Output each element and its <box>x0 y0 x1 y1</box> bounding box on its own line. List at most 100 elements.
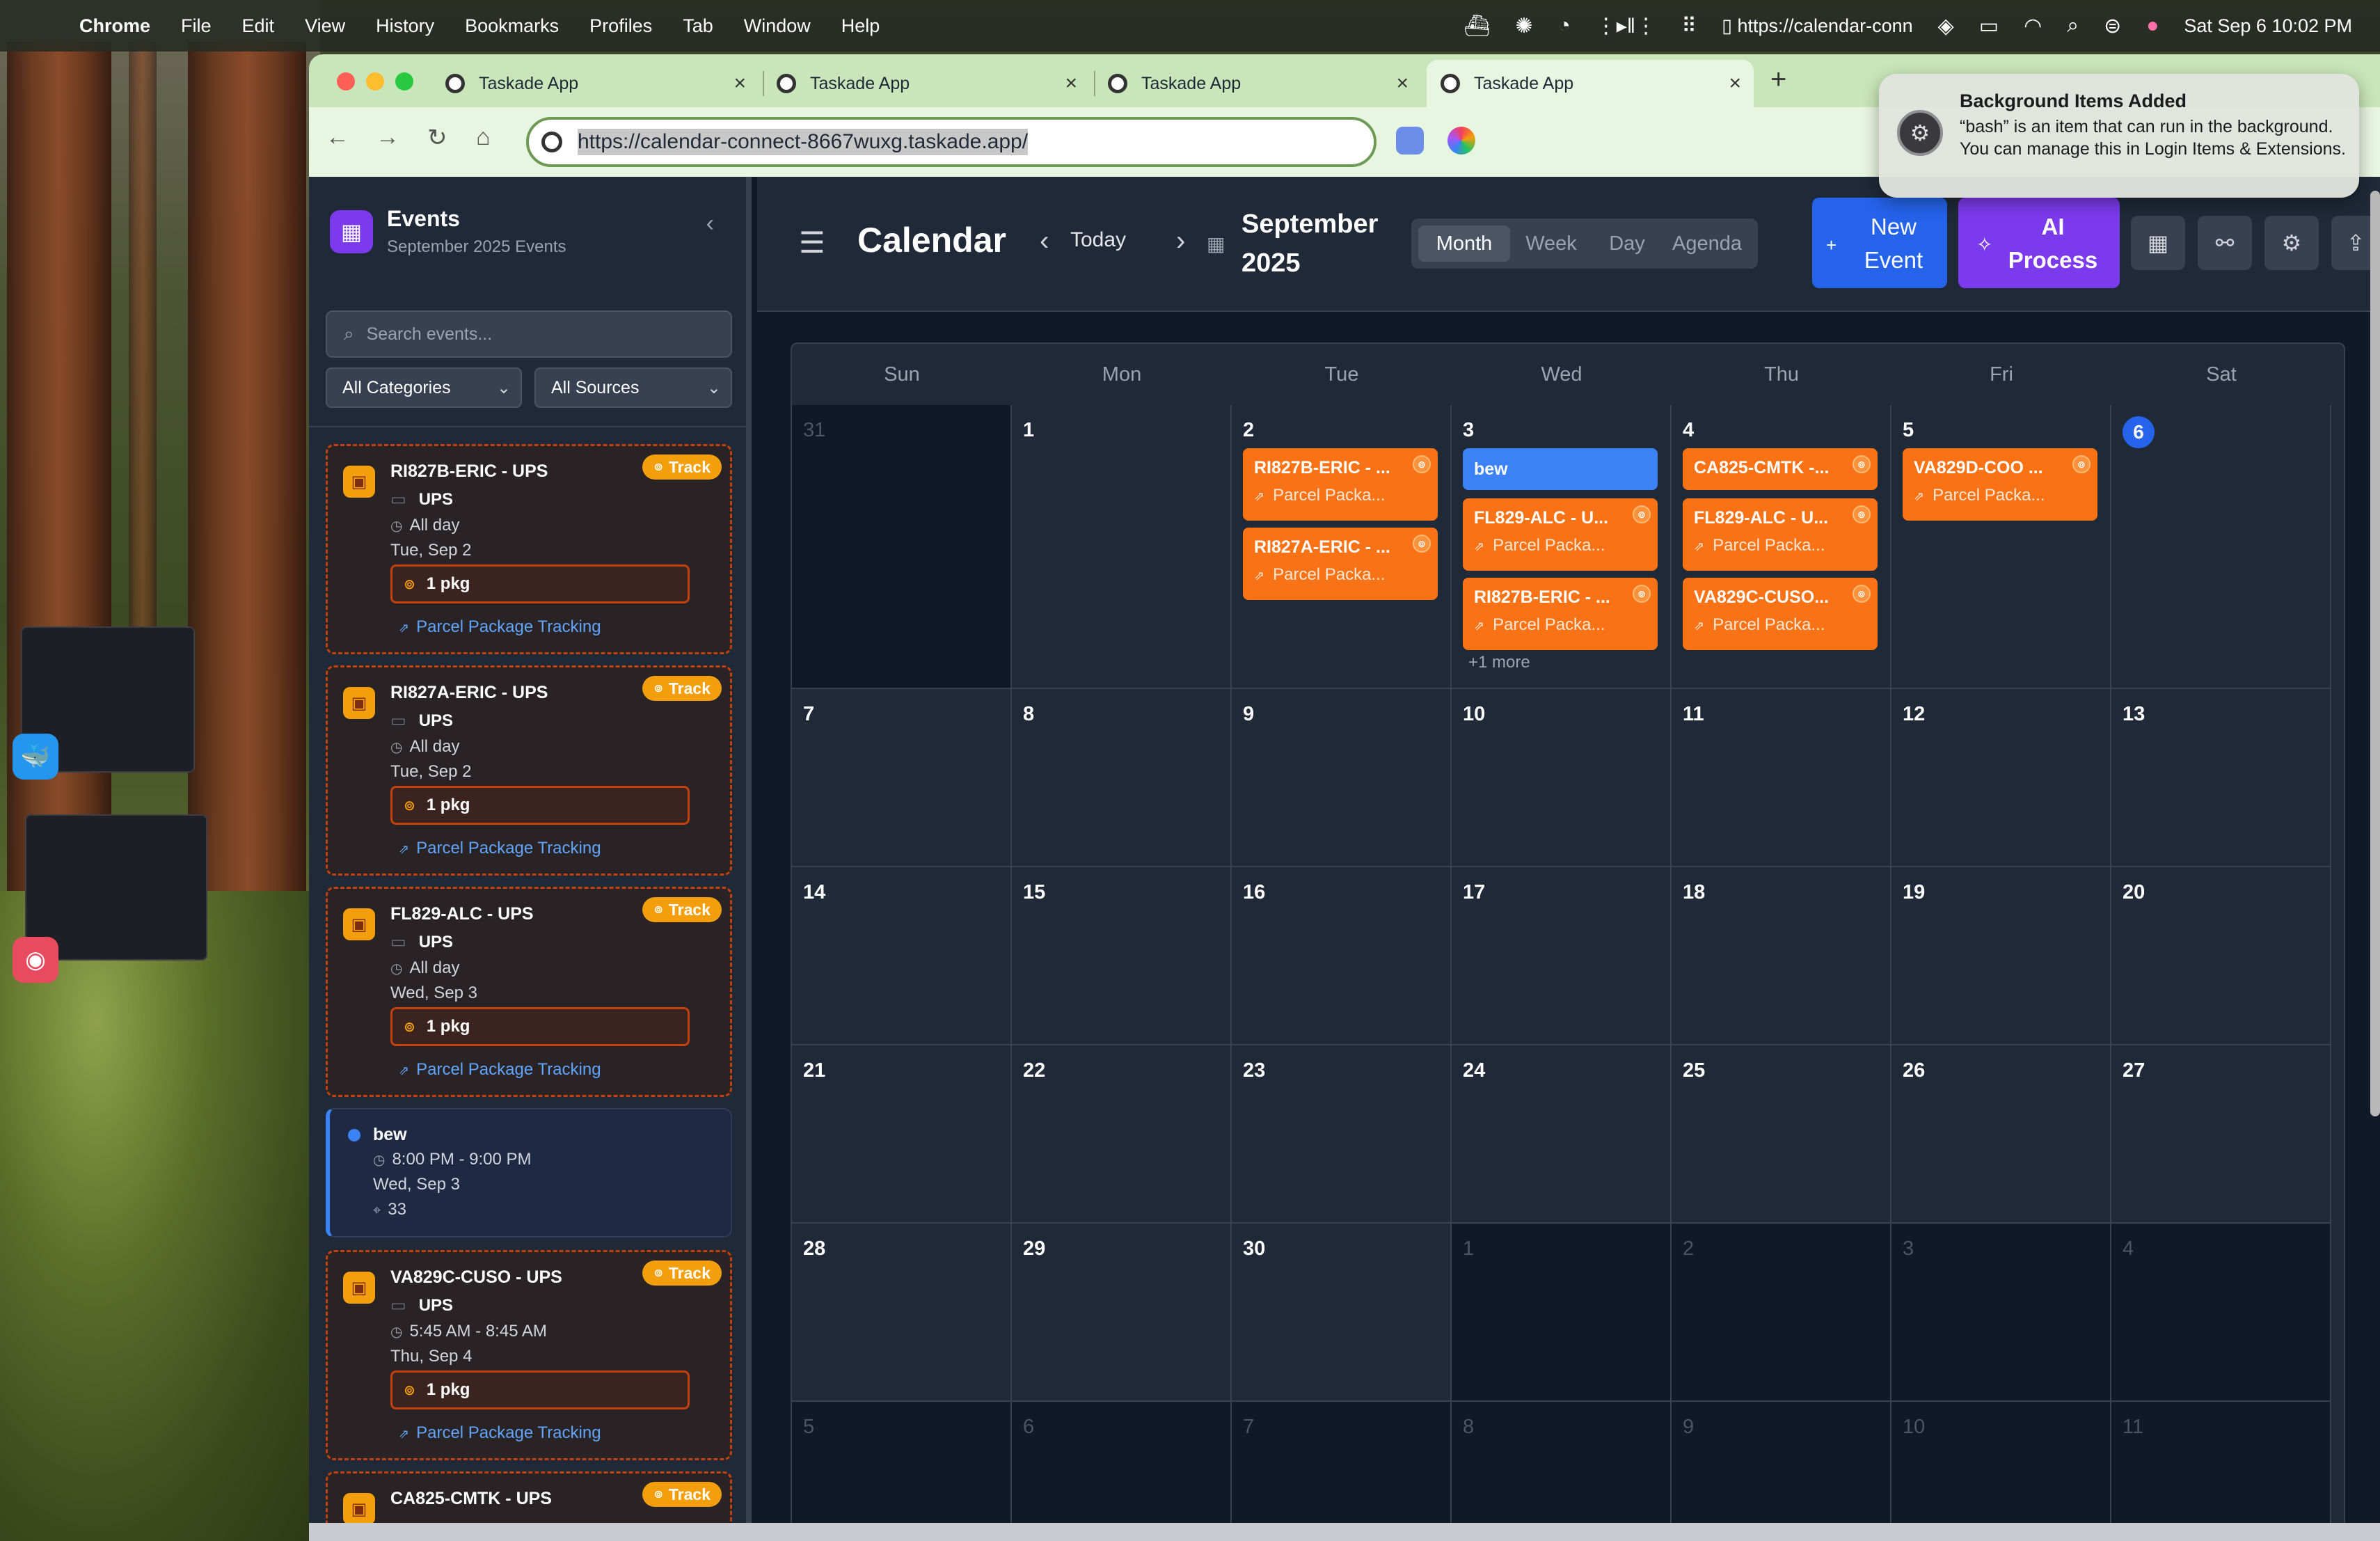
day-cell[interactable]: 12 <box>1891 689 2111 867</box>
package-event-card[interactable]: ▣ VA829C-CUSO - UPS ⊚ Track ▭ UPS ◷ 5:45 AM… <box>326 1250 732 1460</box>
package-event-chip[interactable]: RI827B-ERIC - ... ⇗ Parcel Packa... ⊚ <box>1463 578 1658 650</box>
day-cell[interactable]: 1 <box>1452 1224 1672 1402</box>
tracking-link[interactable]: ⇗ Parcel Package Tracking <box>399 617 601 637</box>
address-bar[interactable]: https://calendar-connect-8667wuxg.taskad… <box>526 117 1377 167</box>
day-cell[interactable]: 6 <box>1012 1402 1232 1540</box>
package-event-chip[interactable]: RI827B-ERIC - ... ⇗ Parcel Packa... ⊚ <box>1243 448 1438 521</box>
home-icon[interactable]: ⌂ <box>476 124 491 151</box>
menu-help[interactable]: Help <box>841 15 880 37</box>
docker-icon[interactable]: 🐳 <box>13 734 58 780</box>
tab-2[interactable]: Taskade App × <box>763 60 1090 107</box>
extension-icon[interactable] <box>1396 127 1424 155</box>
wifi-icon[interactable]: ◠ <box>2024 14 2042 38</box>
day-cell[interactable]: 9 <box>1232 689 1452 867</box>
day-cell[interactable]: 25 <box>1672 1045 1891 1224</box>
media-status-icon[interactable]: ⋮▸‖⋮ <box>1596 14 1656 38</box>
track-button[interactable]: ⊚ Track <box>642 455 722 480</box>
next-month-icon[interactable]: › <box>1176 226 1185 257</box>
day-cell[interactable]: 22 <box>1012 1045 1232 1224</box>
package-event-chip[interactable]: VA829D-COO ... ⇗ Parcel Packa... ⊚ <box>1903 448 2097 521</box>
day-cell[interactable]: 11 <box>1672 689 1891 867</box>
new-tab-icon[interactable]: + <box>1770 64 1786 95</box>
day-cell[interactable]: 7 <box>1232 1402 1452 1540</box>
day-cell[interactable]: 4 <box>2111 1224 2331 1402</box>
openai-status-icon[interactable]: ✺ <box>1515 14 1532 38</box>
day-cell[interactable]: 15 <box>1012 867 1232 1045</box>
app-icon[interactable]: ◉ <box>13 937 58 983</box>
day-cell[interactable]: 30 <box>1232 1224 1452 1402</box>
view-agenda-button[interactable]: Agenda <box>1662 226 1752 262</box>
day-cell[interactable]: 2 <box>1672 1224 1891 1402</box>
package-event-card[interactable]: ▣ RI827B-ERIC - UPS ⊚ Track ▭ UPS ◷ All day… <box>326 444 732 654</box>
layers-icon[interactable]: ◈ <box>1938 14 1954 38</box>
menu-tab[interactable]: Tab <box>683 15 713 37</box>
more-events-link[interactable]: +1 more <box>1468 653 1530 672</box>
day-cell[interactable]: 10 <box>1891 1402 2111 1540</box>
close-tab-icon[interactable]: × <box>1396 72 1409 95</box>
day-cell[interactable]: 10 <box>1452 689 1672 867</box>
package-event-card[interactable]: ▣ FL829-ALC - UPS ⊚ Track ▭ UPS ◷ All day W… <box>326 887 732 1097</box>
day-cell[interactable]: 27 <box>2111 1045 2331 1224</box>
docker-status-icon[interactable]: ⛴ <box>1463 14 1490 38</box>
today-button[interactable]: Today <box>1070 228 1126 252</box>
tab-4-active[interactable]: Taskade App × <box>1427 60 1754 107</box>
circle-status-icon[interactable]: ◔ <box>1558 14 1571 38</box>
spotlight-search-icon[interactable]: ⌕ <box>2067 14 2079 38</box>
control-center-icon[interactable]: ⊜ <box>2104 14 2121 38</box>
day-cell[interactable]: 5 <box>792 1402 1012 1540</box>
menu-view[interactable]: View <box>305 15 345 37</box>
clock[interactable]: Sat Sep 6 10:02 PM <box>2184 15 2352 37</box>
webhook-icon[interactable]: ⚯ <box>2198 216 2252 270</box>
menu-file[interactable]: File <box>181 15 212 37</box>
prev-month-icon[interactable]: ‹ <box>1040 226 1049 257</box>
close-window-button[interactable] <box>337 72 355 90</box>
day-cell[interactable]: 28 <box>792 1224 1012 1402</box>
day-cell[interactable]: 7 <box>792 689 1012 867</box>
back-icon[interactable]: ← <box>326 124 349 151</box>
menu-bookmarks[interactable]: Bookmarks <box>465 15 559 37</box>
minimize-window-button[interactable] <box>366 72 384 90</box>
menu-history[interactable]: History <box>376 15 434 37</box>
track-button[interactable]: ⊚ Track <box>642 1482 722 1507</box>
close-tab-icon[interactable]: × <box>733 72 746 95</box>
settings-gear-icon[interactable]: ⚙ <box>2264 216 2319 270</box>
search-input[interactable]: ⌕ Search events... <box>326 310 732 358</box>
calendar-event-chip[interactable]: bew <box>1463 448 1658 490</box>
day-cell[interactable]: 17 <box>1452 867 1672 1045</box>
package-event-chip[interactable]: RI827A-ERIC - ... ⇗ Parcel Packa... ⊚ <box>1243 528 1438 600</box>
menu-app-name[interactable]: Chrome <box>79 15 150 37</box>
day-cell[interactable]: 18 <box>1672 867 1891 1045</box>
package-event-chip[interactable]: FL829-ALC - U... ⇗ Parcel Packa... ⊚ <box>1683 498 1878 571</box>
day-cell[interactable]: 11 <box>2111 1402 2331 1540</box>
grid-status-icon[interactable]: ⠿ <box>1681 14 1697 38</box>
tracking-link[interactable]: ⇗ Parcel Package Tracking <box>399 1423 601 1443</box>
track-button[interactable]: ⊚ Track <box>642 676 722 701</box>
menu-edit[interactable]: Edit <box>242 15 275 37</box>
day-cell[interactable]: 3 <box>1891 1224 2111 1402</box>
day-cell[interactable]: 29 <box>1012 1224 1232 1402</box>
day-cell[interactable]: 13 <box>2111 689 2331 867</box>
close-tab-icon[interactable]: × <box>1729 72 1741 95</box>
day-cell[interactable]: 20 <box>2111 867 2331 1045</box>
day-cell[interactable]: 24 <box>1452 1045 1672 1224</box>
package-event-card[interactable]: ▣ RI827A-ERIC - UPS ⊚ Track ▭ UPS ◷ All day… <box>326 665 732 876</box>
url-status-item[interactable]: ▯ https://calendar-conn <box>1722 15 1913 37</box>
close-tab-icon[interactable]: × <box>1065 72 1077 95</box>
day-cell[interactable]: 16 <box>1232 867 1452 1045</box>
extension-icon[interactable] <box>1447 127 1475 155</box>
system-notification[interactable]: ⚙ Background Items Added “bash” is an it… <box>1879 74 2359 198</box>
day-cell[interactable]: 8 <box>1012 689 1232 867</box>
view-week-button[interactable]: Week <box>1510 226 1592 262</box>
new-event-button[interactable]: + New Event <box>1812 198 1947 288</box>
tab-1[interactable]: Taskade App × <box>431 60 759 107</box>
reload-icon[interactable]: ↻ <box>427 124 447 152</box>
vertical-scrollbar[interactable] <box>2370 191 2380 1116</box>
menu-window[interactable]: Window <box>744 15 811 37</box>
view-day-button[interactable]: Day <box>1592 226 1662 262</box>
package-event-chip[interactable]: VA829C-CUSO... ⇗ Parcel Packa... ⊚ <box>1683 578 1878 650</box>
view-month-button[interactable]: Month <box>1418 226 1510 262</box>
site-info-icon[interactable] <box>541 132 562 152</box>
day-cell[interactable]: 14 <box>792 867 1012 1045</box>
tracking-link[interactable]: ⇗ Parcel Package Tracking <box>399 1060 601 1080</box>
forward-icon[interactable]: → <box>376 124 399 151</box>
